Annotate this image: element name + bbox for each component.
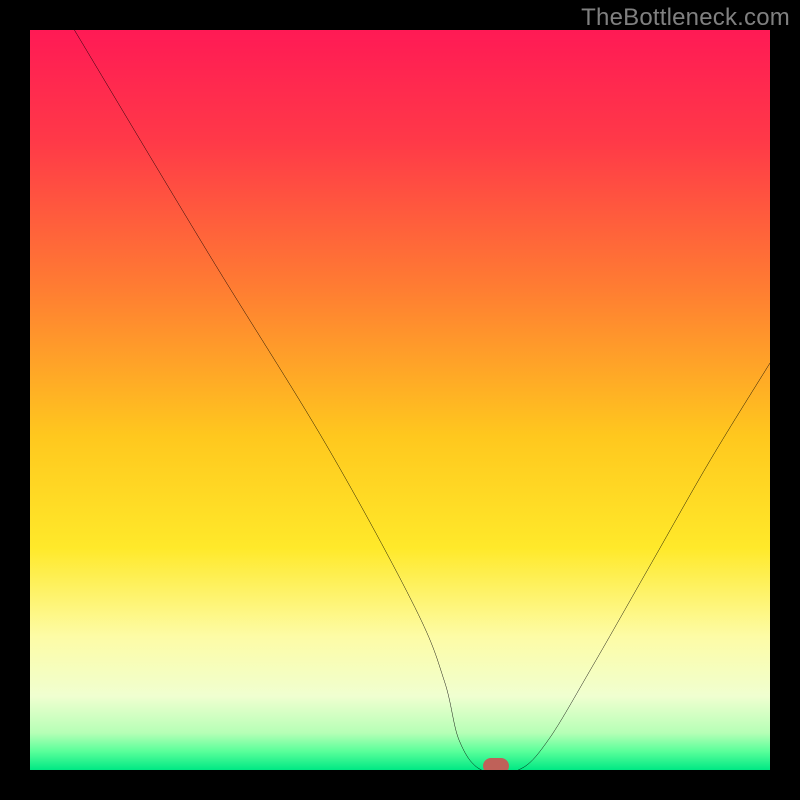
watermark-text: TheBottleneck.com [581, 4, 790, 32]
optimal-point-marker [483, 758, 509, 770]
chart-frame: TheBottleneck.com [0, 0, 800, 800]
plot-area [30, 30, 770, 770]
bottleneck-curve [30, 30, 770, 770]
